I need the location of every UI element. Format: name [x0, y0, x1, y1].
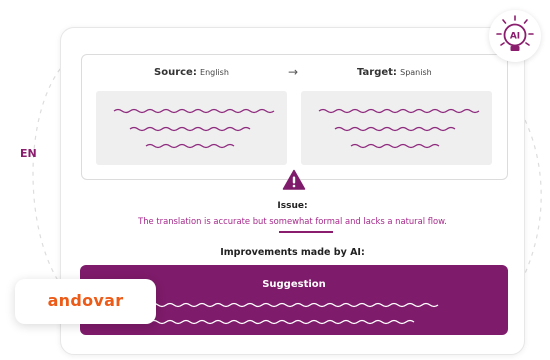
squiggle-line — [113, 108, 275, 114]
source-language-label: Source: English — [154, 67, 229, 78]
squiggle-line — [149, 319, 415, 325]
issue-highlight-underline — [279, 231, 333, 233]
squiggle-line — [149, 302, 439, 308]
source-text-box — [96, 91, 287, 165]
warning-icon — [282, 169, 306, 190]
target-language-label: Target: Spanish — [357, 67, 432, 78]
squiggle-line — [334, 126, 456, 132]
issue-title: Issue: — [277, 201, 308, 211]
language-panel: Source: English → Target: Spanish — [81, 54, 508, 180]
issue-description: The translation is accurate but somewhat… — [138, 216, 447, 226]
target-text-box — [301, 91, 492, 165]
source-value: English — [200, 68, 229, 77]
improvements-title: Improvements made by AI: — [220, 247, 365, 258]
language-badge: EN — [20, 147, 37, 160]
source-squiggle-lines — [113, 108, 275, 149]
squiggle-line — [318, 108, 480, 114]
brand-logo-card: andovar — [15, 279, 156, 324]
source-key: Source: — [154, 67, 197, 78]
ai-lightbulb-icon: AI — [496, 15, 534, 51]
illustration: EN Source: English → Target: Spanish Iss… — [0, 0, 550, 360]
ai-label: AI — [510, 32, 520, 42]
brand-logo: andovar — [47, 291, 124, 310]
squiggle-line — [145, 143, 235, 149]
target-value: Spanish — [400, 68, 432, 77]
target-squiggle-lines — [318, 108, 480, 149]
squiggle-line — [129, 126, 251, 132]
arrow-right-icon: → — [288, 65, 299, 79]
target-key: Target: — [357, 67, 397, 78]
ai-badge: AI — [489, 10, 541, 62]
squiggle-line — [350, 143, 440, 149]
